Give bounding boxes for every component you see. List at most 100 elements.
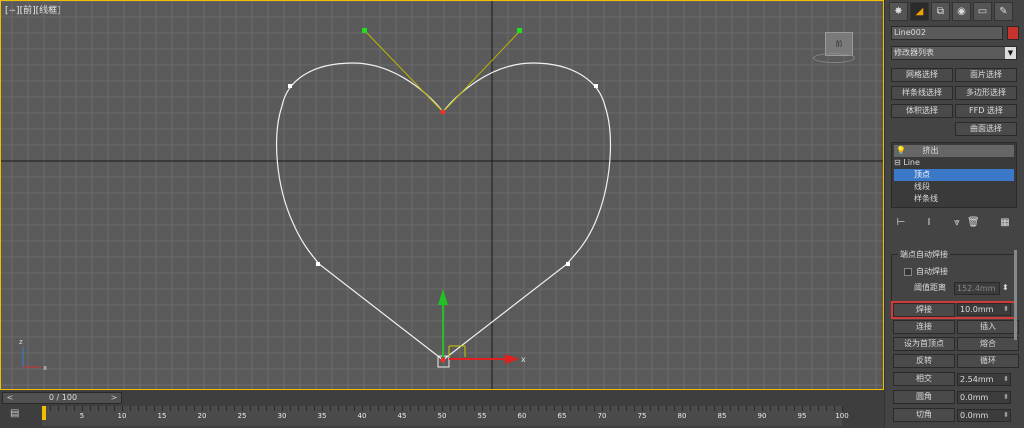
make-first-button[interactable]: 设为首顶点 [893, 337, 955, 351]
weld-value: 10.0mm [960, 305, 994, 314]
show-end-result-icon[interactable]: Ⅰ [923, 217, 935, 229]
fillet-button[interactable]: 圆角 [893, 390, 955, 404]
reverse-button[interactable]: 反转 [893, 354, 955, 368]
timeline-tick [482, 406, 483, 411]
stack-item-extrude[interactable]: 💡 挤出 [894, 145, 1014, 157]
spline-select-button[interactable]: 样条线选择 [891, 86, 953, 100]
object-name-field[interactable]: Line002 [891, 26, 1003, 40]
cycle-button[interactable]: 循环 [957, 354, 1019, 368]
modifier-stack[interactable]: 💡 挤出 ⊟ Line 顶点 线段 样条线 [891, 142, 1017, 208]
utilities-tab-icon[interactable]: ✎ [994, 2, 1013, 21]
timeline-tick [194, 406, 195, 411]
timeline: < 0 / 100 > ▤ 5 10 15 20 25 30 35 40 45 50 55 60 65 7… [0, 390, 884, 428]
auto-weld-checkbox[interactable] [904, 268, 912, 276]
timeline-tick [314, 406, 315, 411]
timeline-tick [418, 406, 419, 411]
vertex-upper-right [594, 84, 598, 88]
timeline-tick [466, 406, 467, 411]
timeline-tick [154, 406, 155, 411]
timeline-tick-label: 70 [597, 412, 607, 420]
stack-item-segment-label: 线段 [914, 182, 930, 191]
patch-select-button[interactable]: 面片选择 [955, 68, 1017, 82]
intersect-button[interactable]: 相交 [893, 372, 955, 386]
gizmo-x-arrow [505, 354, 519, 364]
timeline-tick [722, 406, 723, 411]
stack-item-vertex[interactable]: 顶点 [894, 169, 1014, 181]
timeline-tick [90, 406, 91, 411]
timeline-tick [530, 406, 531, 411]
intersect-spinner[interactable]: 2.54mm ⬍ [957, 373, 1011, 386]
timeline-tick [610, 406, 611, 411]
fillet-spinner[interactable]: 0.0mm ⬍ [957, 391, 1011, 404]
fuse-button[interactable]: 熔合 [957, 337, 1019, 351]
spinner-arrows-icon[interactable]: ⬍ [1003, 410, 1009, 421]
timeline-tick [578, 406, 579, 411]
chamfer-button[interactable]: 切角 [893, 408, 955, 422]
track-bar[interactable]: 5 10 15 20 25 30 35 40 45 50 55 60 65 70 75 80 85 90 95 100 [42, 406, 849, 426]
timeline-tick-label: 5 [79, 412, 85, 420]
mesh-select-button[interactable]: 网格选择 [891, 68, 953, 82]
timeline-tick [810, 406, 811, 411]
poly-select-button[interactable]: 多边形选择 [955, 86, 1017, 100]
hierarchy-tab-icon[interactable]: ⧉ [931, 2, 950, 21]
surface-select-button[interactable]: 曲面选择 [955, 122, 1017, 136]
remove-modifier-icon[interactable]: 🗑 [967, 217, 980, 229]
timeline-tick [554, 406, 555, 411]
motion-tab-icon[interactable]: ◉ [952, 2, 971, 21]
vertex-upper-left [288, 84, 292, 88]
timeline-tick [74, 406, 75, 411]
time-next-button[interactable]: > [109, 393, 119, 403]
viewcube-face-label: 前 [835, 40, 843, 48]
front-viewport[interactable]: [+][前][线框] x z x 前 [0, 0, 884, 390]
threshold-spinner[interactable]: 152.4mm [954, 282, 1000, 295]
display-tab-icon[interactable]: ▭ [973, 2, 992, 21]
timeline-tick [186, 406, 187, 411]
timeline-tick [690, 406, 691, 411]
weld-button[interactable]: 焊接 [893, 303, 955, 317]
collapse-icon[interactable]: ⊟ [894, 158, 901, 167]
timeline-tick [250, 406, 251, 411]
timeline-tick [666, 406, 667, 411]
ffd-select-button[interactable]: FFD 选择 [955, 104, 1017, 118]
connect-button[interactable]: 连接 [893, 320, 955, 334]
spinner-arrows-icon[interactable]: ⬍ [1003, 392, 1009, 403]
timeline-tick [594, 406, 595, 411]
spinner-arrows-icon[interactable]: ⬍ [1003, 374, 1009, 385]
panel-scrollbar[interactable] [1014, 250, 1017, 340]
insert-button[interactable]: 插入 [957, 320, 1019, 334]
timeline-tick-label: 10 [117, 412, 127, 420]
timeline-tick [474, 406, 475, 411]
create-tab-icon[interactable]: ✸ [889, 2, 908, 21]
time-playhead[interactable] [42, 406, 46, 420]
make-unique-icon[interactable]: ⩔ [951, 217, 963, 229]
timeline-tick [298, 406, 299, 411]
modifier-list-dropdown[interactable]: 修改器列表 ▼ [891, 46, 1017, 60]
timeline-tick-label: 40 [357, 412, 367, 420]
viewport-canvas[interactable]: x z x [1, 1, 883, 389]
stack-item-segment[interactable]: 线段 [894, 181, 1014, 193]
configure-sets-icon[interactable]: ▦ [999, 217, 1011, 229]
stack-item-line[interactable]: ⊟ Line [894, 157, 1014, 169]
time-slider[interactable]: < 0 / 100 > [2, 392, 122, 404]
bulb-icon[interactable]: 💡 [896, 146, 906, 155]
chamfer-spinner[interactable]: 0.0mm ⬍ [957, 409, 1011, 422]
timeline-tick [546, 406, 547, 411]
track-bar-icon[interactable]: ▤ [10, 408, 24, 422]
tangent-handle-left [364, 30, 444, 113]
spinner-arrows-icon[interactable]: ⬍ [1002, 282, 1009, 294]
spinner-arrows-icon[interactable]: ⬍ [1003, 304, 1009, 315]
modify-tab-icon[interactable]: ◢ [910, 2, 929, 21]
timeline-tick [802, 406, 803, 411]
timeline-tick [498, 406, 499, 411]
weld-spinner[interactable]: 10.0mm ⬍ [957, 303, 1011, 316]
viewcube-ring[interactable] [813, 53, 855, 63]
timeline-tick [146, 406, 147, 411]
volume-select-button[interactable]: 体积选择 [891, 104, 953, 118]
timeline-tick [290, 406, 291, 411]
stack-item-spline[interactable]: 样条线 [894, 193, 1014, 205]
time-prev-button[interactable]: < [5, 393, 15, 403]
pin-stack-icon[interactable]: ⊢ [895, 217, 907, 229]
object-color-swatch[interactable] [1007, 26, 1019, 40]
timeline-tick-label: 95 [797, 412, 807, 420]
auto-weld-label: 自动焊接 [916, 267, 948, 276]
